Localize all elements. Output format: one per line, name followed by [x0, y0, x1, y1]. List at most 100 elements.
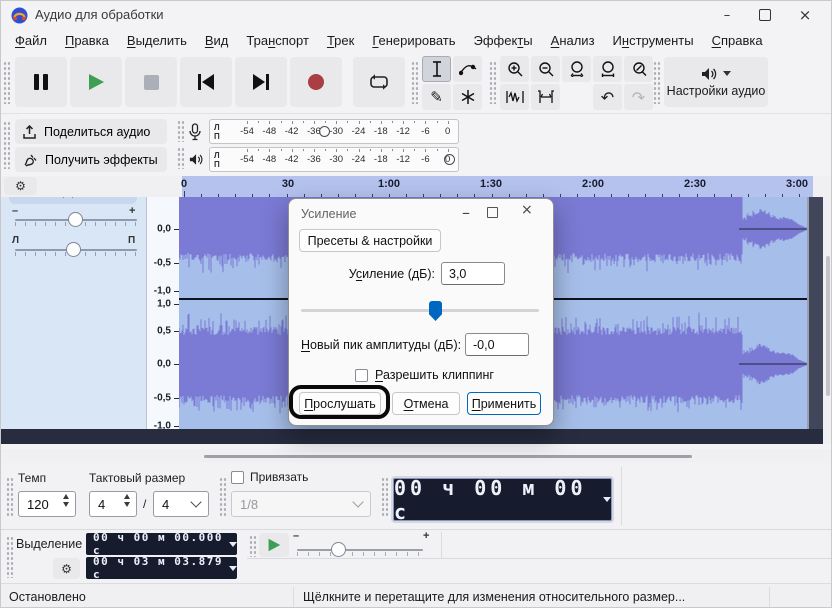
- grip[interactable]: [3, 121, 10, 169]
- undo-button[interactable]: ↶: [593, 84, 622, 110]
- grip[interactable]: [3, 61, 10, 104]
- share-audio-button[interactable]: Поделиться аудио: [15, 119, 167, 144]
- ruler-time-label: 30: [281, 178, 295, 190]
- amplify-slider-track[interactable]: [301, 309, 539, 312]
- draw-tool-button[interactable]: ✎: [422, 84, 451, 110]
- amplify-value-input[interactable]: 3,0: [441, 262, 505, 285]
- horizontal-scrollbar-thumb[interactable]: [204, 455, 692, 458]
- record-meter-button[interactable]: [189, 121, 207, 143]
- meter-scale-label: -6: [421, 126, 430, 137]
- play-at-speed-button[interactable]: [259, 533, 289, 557]
- meter-scale-label: -30: [329, 154, 344, 165]
- playback-meter-button[interactable]: [189, 148, 207, 170]
- snap-interval-select[interactable]: 1/8: [231, 491, 371, 517]
- speed-slider-track[interactable]: [297, 549, 423, 551]
- grip[interactable]: [6, 477, 13, 517]
- grip[interactable]: [6, 536, 13, 578]
- dialog-minimize-button[interactable]: –: [453, 203, 479, 223]
- record-button[interactable]: [290, 57, 342, 107]
- pan-slider-thumb[interactable]: [66, 242, 81, 257]
- amplify-slider-thumb[interactable]: [429, 301, 442, 321]
- audio-position-display[interactable]: 00 ч 00 м 00 с: [393, 476, 612, 524]
- selection-start-display[interactable]: 00 ч 00 м 00.000 с: [86, 531, 237, 557]
- menu-item-tools[interactable]: Инструменты: [604, 31, 703, 50]
- get-effects-button[interactable]: Получить эффекты: [15, 147, 167, 172]
- allow-clipping-checkbox[interactable]: Разрешить клиппинг: [355, 368, 494, 382]
- effects-button[interactable]: Эффекты: [9, 197, 137, 204]
- menu-item-select[interactable]: Выделить: [118, 31, 196, 50]
- menu-item-file[interactable]: Файл: [6, 31, 56, 50]
- dialog-maximize-button[interactable]: [487, 207, 498, 218]
- trim-outside-selection-button[interactable]: [500, 84, 529, 110]
- audio-setup-button[interactable]: Настройки аудио: [664, 57, 768, 107]
- menu-item-generate[interactable]: Генерировать: [363, 31, 464, 50]
- skip-to-start-button[interactable]: [180, 57, 232, 107]
- stop-icon: [143, 74, 159, 90]
- grip[interactable]: [411, 61, 418, 104]
- tempo-spinner[interactable]: [59, 494, 73, 507]
- menu-item-analyze[interactable]: Анализ: [542, 31, 604, 50]
- grip[interactable]: [177, 147, 184, 169]
- recording-meter[interactable]: ЛП -54 -48 -42 -36 -30 -24 -18 -12 -6 0: [209, 119, 459, 144]
- meter-indicator-circle: [444, 154, 455, 165]
- menu-item-view[interactable]: Вид: [196, 31, 238, 50]
- track-control-panel[interactable]: Эффекты – + Л П: [1, 197, 146, 429]
- vertical-scrollbar[interactable]: [823, 176, 831, 444]
- minimize-button[interactable]: –: [707, 1, 747, 29]
- tempo-input[interactable]: 120: [18, 491, 76, 517]
- zoom-selection-button[interactable]: [562, 56, 591, 82]
- grip[interactable]: [381, 477, 388, 517]
- loop-button[interactable]: [353, 57, 405, 107]
- dialog-close-button[interactable]: ×: [521, 202, 533, 218]
- new-peak-value-input[interactable]: -0,0: [465, 333, 529, 356]
- play-button[interactable]: [70, 57, 122, 107]
- menu-item-tracks[interactable]: Трек: [318, 31, 363, 50]
- menu-item-effects[interactable]: Эффекты: [465, 31, 542, 50]
- undo-icon: ↶: [600, 87, 615, 107]
- skip-to-end-button[interactable]: [235, 57, 287, 107]
- amplify-dialog[interactable]: Усиление – × Пресеты & настройки Усилени…: [288, 198, 554, 426]
- grip[interactable]: [249, 535, 256, 557]
- pause-button[interactable]: [15, 57, 67, 107]
- multi-tool-button[interactable]: [453, 84, 482, 110]
- zoom-fit-icon: [601, 61, 614, 77]
- cancel-button[interactable]: Отмена: [392, 392, 460, 415]
- zoom-toggle-button[interactable]: [624, 56, 653, 82]
- timeline-ruler[interactable]: ⚙ 0 30 1:00 1:30 2:00 2:30 3:00: [1, 176, 831, 198]
- zoom-out-button[interactable]: [531, 56, 560, 82]
- grip[interactable]: [653, 61, 660, 104]
- stop-button[interactable]: [125, 57, 177, 107]
- statusbar-separator: [769, 587, 770, 607]
- menu-item-help[interactable]: Справка: [703, 31, 772, 50]
- presets-settings-button[interactable]: Пресеты & настройки: [299, 229, 441, 252]
- toolbar-separator: [441, 532, 442, 558]
- vertical-scrollbar-thumb[interactable]: [826, 256, 830, 396]
- vertical-scale-ruler[interactable]: 0,0 -0,5 -1,0 1,0 0,5 0,0 -0,5 -1,0: [146, 197, 179, 432]
- time-signature-upper-input[interactable]: 4: [89, 491, 137, 517]
- grip[interactable]: [219, 477, 226, 517]
- selection-end-display[interactable]: 00 ч 03 м 03.879 с: [86, 555, 237, 581]
- time-signature-lower-select[interactable]: 4: [153, 491, 209, 517]
- close-button[interactable]: ×: [785, 1, 825, 29]
- gain-slider-thumb[interactable]: [68, 212, 83, 227]
- zoom-fit-button[interactable]: [593, 56, 622, 82]
- menu-item-transport[interactable]: Транспорт: [237, 31, 318, 50]
- selection-options-button[interactable]: ⚙: [53, 558, 80, 579]
- skip-to-start-icon: [198, 74, 214, 90]
- redo-button[interactable]: ↷: [624, 84, 653, 110]
- playback-meter[interactable]: ЛП -54 -48 -42 -36 -30 -24 -18 -12 -6 0: [209, 147, 459, 172]
- menu-item-edit[interactable]: Правка: [56, 31, 118, 50]
- horizontal-scrollbar[interactable]: [1, 449, 831, 463]
- track-empty-region[interactable]: [807, 197, 823, 429]
- maximize-button[interactable]: [745, 1, 785, 29]
- grip[interactable]: [177, 120, 184, 142]
- grip[interactable]: [489, 61, 496, 104]
- silence-selection-button[interactable]: [531, 84, 560, 110]
- apply-button[interactable]: Применить: [467, 392, 541, 415]
- envelope-tool-button[interactable]: [453, 56, 482, 82]
- snap-checkbox[interactable]: Привязать: [231, 470, 308, 484]
- selection-tool-button[interactable]: [422, 56, 451, 82]
- zoom-in-button[interactable]: [500, 56, 529, 82]
- speed-slider-thumb[interactable]: [331, 542, 346, 557]
- time-signature-spinner[interactable]: [120, 494, 134, 507]
